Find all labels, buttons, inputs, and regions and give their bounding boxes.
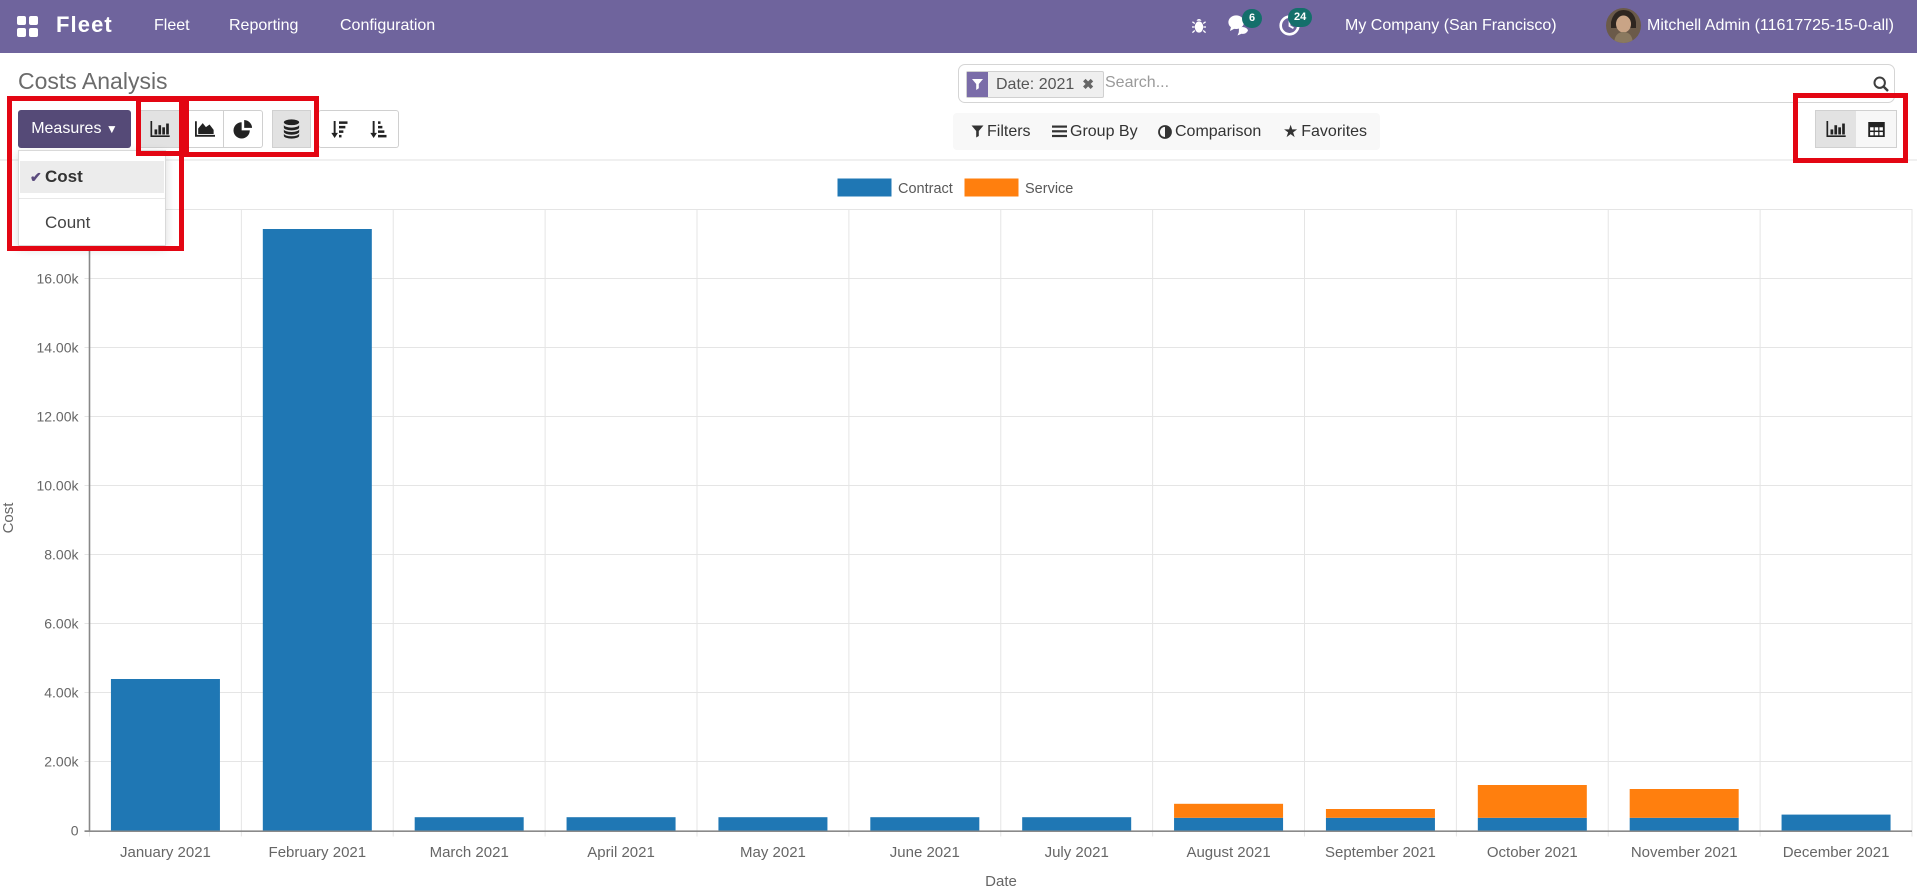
svg-text:October 2021: October 2021 — [1487, 844, 1578, 861]
svg-text:Cost: Cost — [0, 502, 17, 534]
svg-text:July 2021: July 2021 — [1045, 844, 1109, 861]
svg-text:February 2021: February 2021 — [269, 844, 367, 861]
svg-text:March 2021: March 2021 — [430, 844, 509, 861]
svg-text:Date: Date — [985, 873, 1017, 890]
svg-text:8.00k: 8.00k — [44, 547, 79, 563]
svg-text:2.00k: 2.00k — [44, 754, 79, 770]
svg-text:April 2021: April 2021 — [587, 844, 655, 861]
svg-text:16.00k: 16.00k — [36, 271, 79, 287]
svg-text:6.00k: 6.00k — [44, 616, 79, 632]
svg-text:14.00k: 14.00k — [36, 340, 79, 356]
svg-text:January 2021: January 2021 — [120, 844, 211, 861]
svg-text:12.00k: 12.00k — [36, 409, 79, 425]
svg-text:May 2021: May 2021 — [740, 844, 806, 861]
svg-text:4.00k: 4.00k — [44, 685, 79, 701]
svg-text:September 2021: September 2021 — [1325, 844, 1436, 861]
svg-text:June 2021: June 2021 — [890, 844, 960, 861]
svg-text:0: 0 — [71, 823, 79, 839]
svg-text:December 2021: December 2021 — [1783, 844, 1890, 861]
svg-text:Contract: Contract — [898, 181, 953, 197]
svg-text:August 2021: August 2021 — [1186, 844, 1270, 861]
svg-text:November 2021: November 2021 — [1631, 844, 1738, 861]
svg-text:10.00k: 10.00k — [36, 478, 79, 494]
svg-text:Service: Service — [1025, 181, 1073, 197]
